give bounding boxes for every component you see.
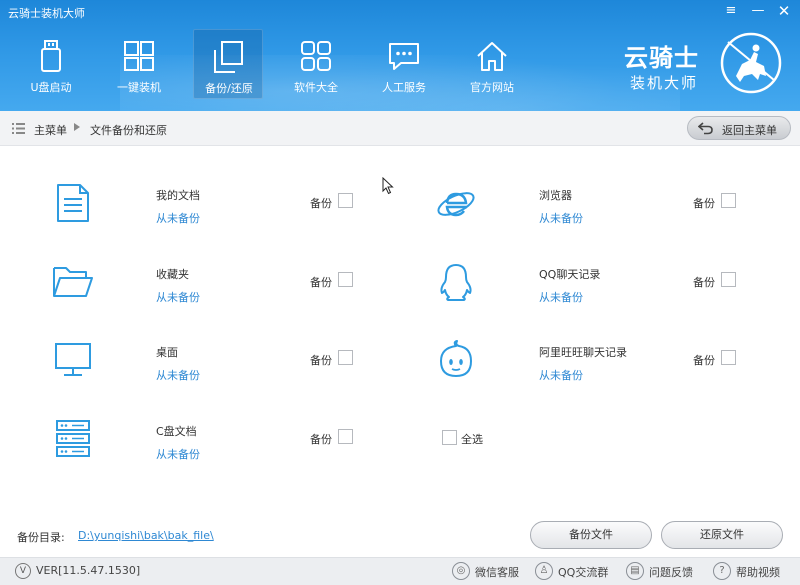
wangwang-icon (440, 340, 472, 377)
backup-checkbox[interactable] (721, 350, 736, 365)
item-name: QQ聊天记录 (539, 268, 601, 281)
backup-checkbox[interactable] (338, 193, 353, 208)
breadcrumb: 主菜单 文件备份和还原 (0, 111, 800, 146)
monitor-icon (55, 343, 91, 376)
status-bar: V VER[11.5.47.1530] ◎ 微信客服 ♙ QQ交流群 ▤ 问题反… (0, 557, 800, 585)
item-status: 从未备份 (539, 291, 583, 304)
back-to-main-menu-button[interactable]: 返回主菜单 (687, 116, 791, 140)
backup-files-button[interactable]: 备份文件 (530, 521, 652, 549)
nav-label: 备份/还原 (205, 82, 253, 95)
breadcrumb-home[interactable]: 主菜单 (34, 122, 67, 138)
nav-label: 官方网站 (470, 81, 514, 94)
item-status: 从未备份 (156, 291, 200, 304)
backup-dir-label: 备份目录: (17, 531, 65, 544)
nav-website[interactable]: 官方网站 (457, 29, 527, 99)
document-icon (57, 184, 89, 222)
select-all-label: 全选 (461, 433, 483, 446)
backup-label: 备份 (310, 197, 332, 210)
item-status: 从未备份 (156, 212, 200, 225)
breadcrumb-arrow-icon (74, 123, 80, 131)
brand-logo: 云骑士 装机大师 (620, 30, 790, 100)
ie-browser-icon (437, 192, 475, 217)
item-name: 阿里旺旺聊天记录 (539, 346, 627, 359)
backup-checkbox[interactable] (338, 272, 353, 287)
backup-label: 备份 (693, 276, 715, 289)
backup-label: 备份 (693, 197, 715, 210)
qq-icon: ♙ (535, 562, 553, 580)
chat-bubble-icon (389, 43, 419, 70)
backup-checkbox[interactable] (721, 272, 736, 287)
folder-icon (53, 267, 93, 297)
version-icon: V (15, 563, 31, 579)
back-button-label: 返回主菜单 (722, 124, 777, 137)
backup-checkbox[interactable] (338, 429, 353, 444)
nav-service[interactable]: 人工服务 (369, 29, 439, 99)
app-header: 云骑士装机大师 ≡ — ✕ U盘启动 一键装机 备份/还原 软件大全 人工服务 … (0, 0, 800, 111)
wechat-icon: ◎ (452, 562, 470, 580)
item-status: 从未备份 (156, 448, 200, 461)
qq-penguin-icon (440, 264, 472, 301)
breadcrumb-current: 文件备份和还原 (90, 124, 167, 137)
item-name: 桌面 (156, 346, 178, 359)
backup-label: 备份 (693, 354, 715, 367)
backup-dir-path-link[interactable]: D:\yunqishi\bak\bak_file\ (78, 529, 214, 542)
nav-one-click-install[interactable]: 一键装机 (104, 29, 174, 99)
server-drive-icon (56, 420, 90, 457)
menu-button[interactable]: ≡ (722, 3, 740, 19)
version-text: VER[11.5.47.1530] (36, 564, 141, 577)
brand-name: 云骑士 (624, 43, 699, 72)
item-status: 从未备份 (539, 369, 583, 382)
feedback-icon: ▤ (626, 562, 644, 580)
backup-label: 备份 (310, 276, 332, 289)
backup-item-documents: 我的文档 从未备份 备份 (52, 183, 382, 243)
backup-item-c-drive-docs: C盘文档 从未备份 备份 (52, 419, 382, 479)
restore-files-button[interactable]: 还原文件 (661, 521, 783, 549)
item-status: 从未备份 (156, 369, 200, 382)
backup-item-favorites: 收藏夹 从未备份 备份 (52, 262, 382, 322)
nav-software[interactable]: 软件大全 (281, 29, 351, 99)
footer-link-label: 帮助视频 (736, 566, 780, 579)
nav-label: U盘启动 (30, 81, 72, 94)
footer-link-label: 问题反馈 (649, 566, 693, 579)
minimize-button[interactable]: — (749, 3, 767, 19)
windows-icon (124, 41, 154, 71)
nav-backup-restore[interactable]: 备份/还原 (193, 29, 263, 99)
item-name: 收藏夹 (156, 268, 189, 281)
item-name: 我的文档 (156, 189, 200, 202)
nav-label: 人工服务 (382, 81, 426, 94)
select-all-checkbox[interactable] (442, 430, 457, 445)
usb-drive-icon (41, 40, 61, 72)
apps-grid-icon (301, 41, 331, 71)
return-arrow-icon (698, 122, 713, 135)
backup-restore-icon (214, 41, 243, 73)
backup-item-browser: 浏览器 从未备份 备份 (435, 183, 765, 243)
nav-usb-boot[interactable]: U盘启动 (16, 29, 86, 99)
item-status: 从未备份 (539, 212, 583, 225)
knight-logo-icon (720, 32, 782, 94)
footer-link-label: 微信客服 (475, 566, 519, 579)
mouse-cursor-icon (382, 177, 394, 195)
backup-checkbox[interactable] (338, 350, 353, 365)
help-icon: ? (713, 562, 731, 580)
backup-checkbox[interactable] (721, 193, 736, 208)
app-title: 云骑士装机大师 (8, 7, 85, 20)
home-icon (477, 42, 507, 71)
item-name: C盘文档 (156, 425, 197, 438)
backup-label: 备份 (310, 354, 332, 367)
nav-label: 一键装机 (117, 81, 161, 94)
nav-label: 软件大全 (294, 81, 338, 94)
backup-item-desktop: 桌面 从未备份 备份 (52, 340, 382, 400)
backup-label: 备份 (310, 433, 332, 446)
item-name: 浏览器 (539, 189, 572, 202)
backup-item-qq-chat: QQ聊天记录 从未备份 备份 (435, 262, 765, 322)
footer-link-label: QQ交流群 (558, 566, 609, 579)
backup-item-wangwang-chat: 阿里旺旺聊天记录 从未备份 备份 (435, 340, 765, 400)
brand-subtitle: 装机大师 (630, 74, 699, 92)
close-button[interactable]: ✕ (775, 3, 793, 19)
list-menu-icon (12, 123, 25, 134)
